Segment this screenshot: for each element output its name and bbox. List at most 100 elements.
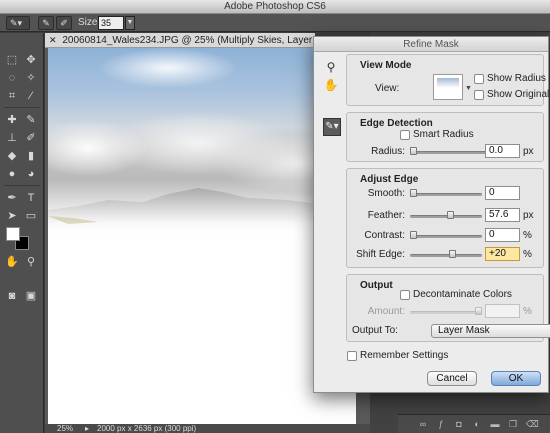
tool-preset-picker[interactable]: ✎▾ [6, 16, 30, 30]
decontaminate-colors-label: Decontaminate Colors [413, 289, 512, 300]
toolbar-divider [4, 107, 40, 108]
erase-mode-button[interactable]: ✐ [56, 16, 72, 30]
shift-edge-label: Shift Edge: [356, 249, 405, 260]
marquee-tool[interactable]: ⬚ [4, 53, 20, 67]
layers-panel-footer: ∞ ƒ ◘ ◐ ▬ ❐ ⌫ [398, 414, 550, 433]
amount-input[interactable] [485, 304, 520, 318]
lasso-icon: ◌ [8, 72, 16, 84]
options-bar: ✎▾ ✎ ✐ Size: 35 ▼ [0, 14, 550, 32]
lasso-tool[interactable]: ◌ [4, 71, 20, 85]
group-folder-icon[interactable]: ▬ [490, 419, 500, 429]
edge-detection-group: Edge Detection Smart Radius Radius: 0.0 … [346, 112, 544, 162]
blur-tool[interactable]: ● [4, 167, 20, 181]
quick-select-tool[interactable]: ✧ [23, 71, 39, 85]
output-to-label: Output To: [352, 325, 398, 336]
smooth-input[interactable]: 0 [485, 186, 520, 200]
pen-icon: ✒ [7, 192, 17, 204]
link-layers-icon[interactable]: ∞ [418, 419, 428, 429]
eraser-tool[interactable]: ◆ [4, 149, 20, 163]
crop-tool[interactable]: ⌗ [4, 89, 20, 103]
feather-slider-thumb[interactable] [447, 211, 455, 219]
ok-button[interactable]: OK [491, 371, 541, 386]
feather-slider[interactable] [410, 215, 482, 218]
adjust-edge-title: Adjust Edge [360, 174, 419, 185]
brush-icon: ✎▾ [10, 18, 23, 28]
hand-tool[interactable]: ✋ [4, 255, 20, 269]
type-tool[interactable]: T [23, 191, 39, 205]
contrast-slider-thumb[interactable] [410, 231, 417, 239]
brush-tool[interactable]: ✎ [23, 113, 39, 127]
document-tab[interactable]: ✕ 20060814_Wales234.JPG @ 25% (Multiply … [45, 33, 315, 48]
cancel-button[interactable]: Cancel [427, 371, 477, 386]
decontaminate-colors-checkbox[interactable] [400, 290, 410, 300]
eraser-icon: ✐ [60, 18, 68, 28]
type-icon: T [27, 192, 35, 204]
smooth-label: Smooth: [367, 188, 405, 199]
clone-stamp-tool[interactable]: ⊥ [4, 131, 20, 145]
layer-style-icon[interactable]: ƒ [436, 419, 446, 429]
bandage-icon: ✚ [7, 114, 17, 126]
show-radius-label: Show Radius (J) [487, 73, 550, 84]
move-tool[interactable]: ✥ [23, 53, 39, 67]
path-selection-tool[interactable]: ➤ [4, 209, 20, 223]
show-original-checkbox[interactable] [474, 90, 484, 100]
radius-slider[interactable] [410, 151, 488, 154]
document-canvas[interactable] [48, 48, 356, 424]
history-brush-tool[interactable]: ✐ [23, 131, 39, 145]
dodge-tool[interactable]: ◕ [23, 167, 39, 181]
pen-tool[interactable]: ✒ [4, 191, 20, 205]
shift-edge-slider-thumb[interactable] [449, 250, 456, 258]
smooth-slider[interactable] [410, 193, 482, 196]
show-radius-checkbox[interactable] [474, 74, 484, 84]
smart-radius-checkbox[interactable] [400, 130, 410, 140]
edge-detection-title: Edge Detection [360, 118, 433, 129]
smooth-slider-thumb[interactable] [410, 189, 417, 197]
healing-brush-tool[interactable]: ✚ [4, 113, 20, 127]
eraser-icon: ◆ [7, 150, 17, 162]
dialog-title: Refine Mask [314, 37, 548, 52]
adjustment-layer-icon[interactable]: ◐ [472, 419, 482, 429]
amount-label: Amount: [367, 306, 405, 317]
shift-edge-input[interactable]: +20 [485, 247, 520, 261]
foreground-color-swatch[interactable] [6, 227, 20, 241]
screen-mode-button[interactable]: ▣ [23, 289, 39, 303]
contrast-slider[interactable] [410, 235, 482, 238]
hand-tool-button[interactable]: ✋ [322, 77, 340, 93]
smart-radius-label: Smart Radius [413, 129, 474, 140]
shape-tool[interactable]: ▭ [23, 209, 39, 223]
status-menu-icon[interactable]: ▸ [85, 424, 89, 433]
radius-input[interactable]: 0.0 [485, 144, 520, 158]
trash-icon[interactable]: ⌫ [526, 419, 539, 429]
remember-settings-checkbox[interactable] [347, 351, 357, 361]
output-to-select[interactable]: Layer Mask ⇕ [431, 324, 550, 338]
history-brush-icon: ✐ [26, 132, 36, 144]
amount-slider-thumb[interactable] [475, 307, 482, 315]
radius-label: Radius: [371, 146, 405, 157]
brush-mode-button[interactable]: ✎ [38, 16, 54, 30]
new-layer-icon[interactable]: ❐ [508, 419, 518, 429]
brush-icon: ✎▾ [325, 121, 339, 132]
size-input[interactable]: 35 [98, 16, 124, 30]
quick-mask-button[interactable]: ◙ [4, 289, 20, 303]
shift-edge-slider[interactable] [410, 254, 482, 257]
close-tab-icon[interactable]: ✕ [49, 35, 57, 45]
show-original-label: Show Original (P) [487, 89, 550, 100]
size-dropdown-button[interactable]: ▼ [125, 16, 135, 30]
eyedropper-tool[interactable]: ⁄ [23, 89, 39, 103]
zoom-level[interactable]: 25% [57, 424, 73, 433]
refine-radius-tool-button[interactable]: ✎▾ [323, 118, 341, 136]
gradient-tool[interactable]: ▮ [23, 149, 39, 163]
amount-slider[interactable] [410, 311, 482, 314]
add-mask-icon[interactable]: ◘ [454, 419, 464, 429]
zoom-tool-button[interactable]: ⚲ [322, 59, 340, 75]
radius-slider-thumb[interactable] [410, 147, 417, 155]
chevron-down-icon[interactable]: ▼ [465, 85, 472, 92]
view-mode-picker[interactable] [433, 74, 463, 100]
feather-input[interactable]: 57.6 [485, 208, 520, 222]
output-title: Output [360, 280, 393, 291]
zoom-tool[interactable]: ⚲ [23, 255, 39, 269]
toolbar-divider [4, 185, 40, 186]
view-mode-group: View Mode View: ▼ Show Radius (J) Show O… [346, 54, 550, 106]
feather-label: Feather: [367, 210, 405, 221]
contrast-input[interactable]: 0 [485, 228, 520, 242]
